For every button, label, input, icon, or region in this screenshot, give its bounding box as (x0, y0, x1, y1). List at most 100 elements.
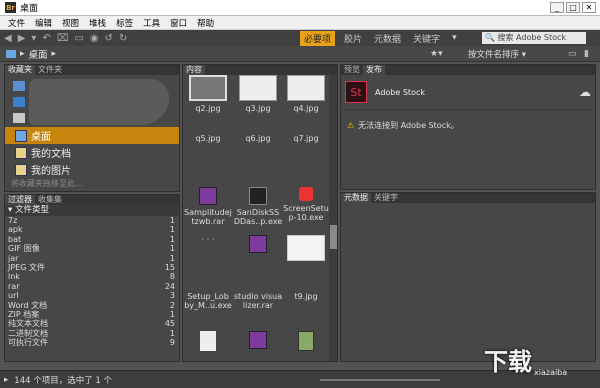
tab-filmstrip[interactable]: 胶片 (341, 32, 365, 45)
thumbnail-file[interactable]: q6.jpg (233, 131, 283, 143)
file-thumbnail-image (239, 75, 277, 101)
thumbnail-apk[interactable] (281, 331, 331, 351)
stock-warning: ⚠ 无法连接到 Adobe Stock。 (341, 110, 595, 141)
camera-download-icon[interactable]: ⌧ (57, 33, 69, 44)
favorite-pictures[interactable]: 我的图片 (5, 161, 179, 178)
refine-icon[interactable]: ▭ (74, 33, 83, 44)
menu-edit[interactable]: 编辑 (35, 17, 52, 29)
thumbnail-dots[interactable]: · · · (183, 235, 233, 261)
filter-row[interactable]: jar 1 (5, 254, 179, 263)
filter-list: 7z 1 apk 1 bat 1 GIF 图像 1 jar 1 JPEG 文件 15 lnk… (5, 216, 179, 347)
sort-dropdown[interactable]: 按文件名排序 ▾ (468, 48, 526, 60)
filter-row[interactable]: GIF 图像 1 (5, 244, 179, 253)
star-icon[interactable]: ★▾ (430, 49, 443, 59)
rotate-left-icon[interactable]: ↺ (105, 33, 113, 44)
minimize-button[interactable]: _ (550, 2, 564, 13)
workspace-dropdown-icon[interactable]: ▾ (449, 33, 460, 43)
filter-row[interactable]: Word 文档 2 (5, 301, 179, 310)
favorite-icon[interactable] (13, 113, 25, 123)
computer-icon (6, 49, 16, 58)
thumbnail-rar[interactable] (233, 331, 283, 349)
thumbnail-file[interactable]: q5.jpg (183, 131, 233, 143)
status-icon: ▸ (4, 374, 9, 385)
thumbnail-ssd[interactable]: SanDiskSS DDas..p.exe (233, 187, 283, 226)
open-in-camera-raw-icon[interactable]: ◉ (90, 33, 99, 44)
menu-label[interactable]: 标签 (116, 17, 133, 29)
tab-filter[interactable]: 过滤器 (5, 195, 35, 205)
menu-view[interactable]: 视图 (62, 17, 79, 29)
menu-stack[interactable]: 堆栈 (89, 17, 106, 29)
thumbnail-screen[interactable]: q4.jpg (281, 75, 331, 113)
thumbnail-rar[interactable] (233, 235, 283, 253)
content-scrollbar[interactable] (329, 75, 337, 361)
tab-favorites[interactable]: 收藏夹 (5, 65, 35, 75)
thumbnail-file[interactable]: studio visua lizer.rar (233, 289, 283, 310)
menu-window[interactable]: 窗口 (170, 17, 187, 29)
thumbnail-label: q4.jpg (293, 104, 319, 113)
favorite-documents[interactable]: 我的文档 (5, 144, 179, 161)
tab-essentials[interactable]: 必要项 (300, 30, 336, 46)
breadcrumb-dropdown-icon[interactable]: ▸ (52, 49, 57, 59)
file-thumbnail-image (249, 187, 267, 205)
favorite-icon[interactable] (13, 81, 25, 91)
thumbnail-screen[interactable]: q3.jpg (233, 75, 283, 113)
filter-row[interactable]: rar 24 (5, 282, 179, 291)
maximize-button[interactable]: □ (566, 2, 580, 13)
blurred-favorites (5, 75, 179, 127)
breadcrumb-desktop[interactable]: 桌面 (29, 47, 48, 61)
filter-row[interactable]: url 3 (5, 291, 179, 300)
filter-row[interactable]: lnk 8 (5, 272, 179, 281)
status-text: 144 个项目，选中了 1 个 (14, 375, 113, 386)
thumbnail-rar[interactable]: Samplitudej tzwb.rar (183, 187, 233, 226)
menu-tools[interactable]: 工具 (143, 17, 160, 29)
stock-row[interactable]: St Adobe Stock ☁ (341, 75, 595, 110)
filter-row[interactable]: 7z 1 (5, 216, 179, 225)
boomerang-icon[interactable]: ↶ (42, 33, 50, 44)
tab-publish[interactable]: 发布 (363, 65, 385, 75)
back-arrow-icon[interactable]: ◀ (4, 33, 12, 44)
filter-row[interactable]: 二进制文档 1 (5, 329, 179, 338)
thumbnail-file[interactable]: q7.jpg (281, 131, 331, 143)
scrollbar-thumb[interactable] (330, 225, 337, 249)
thumbnail-red[interactable]: ScreenSetu p-10.exe (281, 187, 331, 222)
thumbnail-size-slider[interactable] (320, 379, 440, 381)
filter-row[interactable]: JPEG 文件 15 (5, 263, 179, 272)
tab-keywords-panel[interactable]: 关键字 (371, 193, 401, 203)
forward-arrow-icon[interactable]: ▶ (18, 33, 26, 44)
menu-file[interactable]: 文件 (8, 17, 25, 29)
cloud-upload-icon[interactable]: ☁ (579, 85, 591, 99)
filter-row[interactable]: apk 1 (5, 225, 179, 234)
breadcrumb-arrow-icon[interactable]: ▸ (20, 49, 25, 59)
thumbnail-file[interactable]: Setup_Lob by_M..u.exe (183, 289, 233, 310)
thumbnail-file[interactable]: t9.jpg (281, 289, 331, 301)
filter-row[interactable]: bat 1 (5, 235, 179, 244)
menu-help[interactable]: 帮助 (197, 17, 214, 29)
delete-icon[interactable]: ▮ (584, 49, 589, 59)
tab-content[interactable]: 内容 (183, 65, 205, 75)
close-button[interactable]: ✕ (582, 2, 596, 13)
favorite-icon[interactable] (13, 97, 25, 107)
filter-row[interactable]: 纯文本文档 45 (5, 319, 179, 328)
tab-metadata-panel[interactable]: 元数据 (341, 193, 371, 203)
file-thumbnail-image (249, 331, 267, 349)
new-folder-icon[interactable]: ▭ (568, 49, 577, 59)
tab-keywords[interactable]: 关键字 (410, 32, 443, 45)
tab-collections[interactable]: 收集集 (35, 195, 65, 205)
tab-preview[interactable]: 预览 (341, 65, 363, 75)
tab-folders[interactable]: 文件夹 (35, 65, 65, 75)
filter-row[interactable]: ZIP 档案 1 (5, 310, 179, 319)
thumbnail-doc[interactable] (281, 235, 331, 261)
thumbnail-photo[interactable]: q2.jpg (183, 75, 233, 113)
favorite-desktop[interactable]: 桌面 (5, 127, 179, 144)
tab-metadata[interactable]: 元数据 (371, 32, 404, 45)
file-thumbnail-image (298, 331, 314, 351)
favorite-label: 我的图片 (31, 166, 71, 177)
filter-file-type-header[interactable]: ▾ 文件类型 (5, 205, 179, 216)
thumbnail-blank[interactable] (183, 331, 233, 351)
rotate-right-icon[interactable]: ↻ (119, 33, 127, 44)
search-input[interactable]: 🔍 搜索 Adobe Stock (482, 32, 586, 44)
filter-row[interactable]: 可执行文件 9 (5, 338, 179, 347)
adobe-stock-logo-icon: St (345, 81, 367, 103)
recent-folder-icon[interactable]: ▾ (31, 33, 36, 44)
file-thumbnail-image (287, 235, 325, 261)
